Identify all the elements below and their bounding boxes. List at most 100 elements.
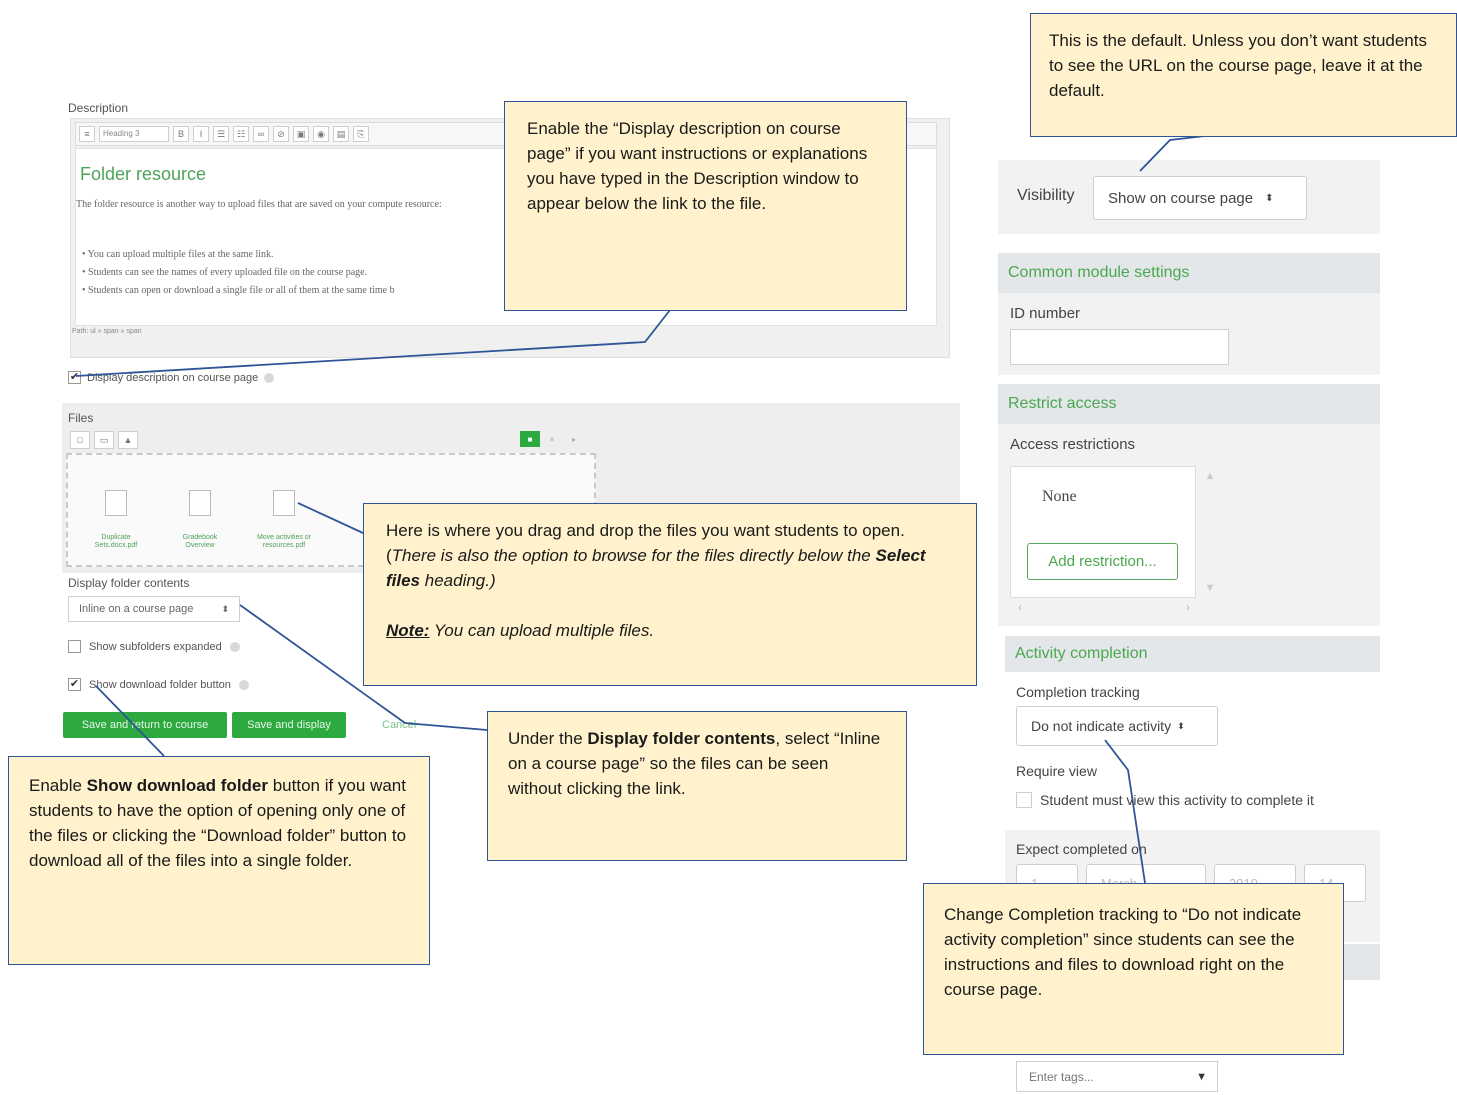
callout-emphasis: Display folder contents (587, 729, 776, 748)
download-icon[interactable]: ▲ (118, 431, 138, 449)
callout-text: Enable the “Display description on cours… (527, 119, 868, 213)
select-arrow-icon: ⬍ (221, 603, 229, 614)
help-icon[interactable] (264, 372, 275, 383)
document-icon (105, 490, 127, 516)
display-description-label: Display description on course page (87, 371, 259, 384)
completion-tracking-select[interactable]: Do not indicate activity ⬍ (1016, 706, 1218, 746)
file-icon[interactable]: ▤ (333, 126, 349, 142)
view-mode-toggle: ■ ≡ ▸ (520, 431, 584, 447)
file-name: Duplicate Sets.docx.pdf (94, 534, 138, 549)
image-icon[interactable]: ▣ (293, 126, 309, 142)
scroll-right-icon[interactable]: › (1186, 600, 1190, 618)
show-subfolders-label: Show subfolders expanded (89, 640, 222, 653)
show-download-row: ✔ Show download folder button (68, 678, 249, 691)
link-icon[interactable]: ∞ (253, 126, 269, 142)
file-item[interactable]: Duplicate Sets.docx.pdf (86, 490, 146, 550)
description-label: Description (68, 101, 129, 115)
list-item: Students can see the names of every uplo… (82, 264, 512, 282)
format-select[interactable]: Heading 3 (99, 126, 169, 142)
document-icon (273, 490, 295, 516)
help-icon[interactable] (229, 641, 240, 652)
id-number-input[interactable] (1010, 329, 1229, 365)
restrictions-vscrollbar[interactable]: ▲ ▼ (1200, 466, 1220, 598)
callout-display-description: Enable the “Display description on cours… (504, 101, 907, 311)
callout-show-download: Enable Show download folder button if yo… (8, 756, 430, 965)
document-icon (189, 490, 211, 516)
save-return-button[interactable]: Save and return to course (63, 712, 227, 738)
display-description-row: ✔ Display description on course page (68, 371, 275, 384)
visibility-label: Visibility (1017, 187, 1075, 204)
help-icon[interactable] (238, 679, 249, 690)
tags-placeholder: Enter tags... (1029, 1069, 1094, 1084)
file-list: Duplicate Sets.docx.pdf Gradebook Overvi… (86, 490, 314, 550)
icon-view-icon[interactable]: ■ (520, 431, 540, 447)
callout-text-display-folder: Under the Display folder contents, selec… (508, 726, 886, 801)
callout-text: Change Completion tracking to “Do not in… (944, 905, 1302, 999)
unlink-icon[interactable]: ⊘ (273, 126, 289, 142)
select-value: Show on course page (1108, 189, 1254, 207)
expect-completed-label: Expect completed on (1016, 841, 1147, 857)
callout-text-show-download: Enable Show download folder button if yo… (29, 773, 409, 873)
add-file-icon[interactable]: □ (70, 431, 90, 449)
scroll-up-icon[interactable]: ▲ (1205, 470, 1216, 482)
select-arrow-icon: ⬍ (1177, 720, 1185, 731)
callout-note-label: Note: (386, 621, 430, 640)
italic-icon[interactable]: I (193, 126, 209, 142)
bold-icon[interactable]: B (173, 126, 189, 142)
callout-completion: Change Completion tracking to “Do not in… (923, 883, 1344, 1055)
display-folder-contents-label: Display folder contents (68, 576, 190, 590)
callout-display-folder: Under the Display folder contents, selec… (487, 711, 907, 861)
file-name: Move activities or resources.pdf (256, 534, 312, 549)
require-view-label: Require view (1016, 763, 1097, 779)
callout-text-files: Here is where you drag and drop the file… (386, 518, 954, 593)
save-display-button[interactable]: Save and display (232, 712, 346, 738)
tags-input[interactable]: Enter tags... ▼ (1016, 1061, 1218, 1092)
restrictions-hscrollbar[interactable]: ‹ › (1012, 600, 1196, 618)
display-description-checkbox[interactable]: ✔ (68, 371, 81, 384)
file-manager-toolbar: □ ▭ ▲ (70, 431, 138, 449)
show-subfolders-checkbox[interactable] (68, 640, 81, 653)
add-restriction-button[interactable]: Add restriction... (1027, 543, 1178, 580)
require-view-checkbox[interactable] (1016, 792, 1032, 808)
visibility-select[interactable]: Show on course page ⬍ (1093, 176, 1307, 220)
cancel-link[interactable]: Cancel (382, 719, 416, 731)
scroll-down-icon[interactable]: ▼ (1205, 582, 1216, 594)
require-view-row: Student must view this activity to compl… (1016, 792, 1314, 808)
require-view-checkbox-label: Student must view this activity to compl… (1040, 792, 1314, 808)
file-item[interactable]: Gradebook Overview (170, 490, 230, 550)
file-item[interactable]: Move activities or resources.pdf (254, 490, 314, 550)
list-item: You can upload multiple files at the sam… (82, 246, 512, 264)
activity-completion-heading[interactable]: Activity completion (1005, 636, 1380, 672)
access-restrictions-label: Access restrictions (1010, 436, 1136, 453)
restrictions-value: None (1042, 488, 1077, 505)
list-item: Students can open or download a single f… (82, 282, 512, 300)
select-value: Do not indicate activity (1031, 718, 1172, 734)
callout-text: Enable (29, 776, 87, 795)
select-arrow-icon: ⬍ (1265, 192, 1274, 204)
editor-heading: Folder resource (80, 164, 207, 184)
create-folder-icon[interactable]: ▭ (94, 431, 114, 449)
manage-files-icon[interactable]: ⎘ (353, 126, 369, 142)
callout-text: There is also the option to browse for t… (391, 546, 876, 565)
display-folder-contents-select[interactable]: Inline on a course page ⬍ (68, 596, 240, 622)
show-download-checkbox[interactable]: ✔ (68, 678, 81, 691)
numbered-list-icon[interactable]: ☷ (233, 126, 249, 142)
media-icon[interactable]: ◉ (313, 126, 329, 142)
callout-visibility: This is the default. Unless you don’t wa… (1030, 13, 1457, 137)
show-subfolders-row: Show subfolders expanded (68, 640, 240, 653)
callout-files: Here is where you drag and drop the file… (363, 503, 977, 686)
list-view-icon[interactable]: ≡ (542, 431, 562, 447)
select-value: Inline on a course page (79, 603, 194, 615)
restrict-access-heading[interactable]: Restrict access (998, 384, 1380, 424)
files-label: Files (68, 411, 94, 425)
common-module-heading[interactable]: Common module settings (998, 253, 1380, 293)
chevron-down-icon: ▼ (1196, 1070, 1207, 1083)
editor-intro-text: The folder resource is another way to up… (76, 199, 442, 210)
editor-bullet-list: You can upload multiple files at the sam… (82, 246, 512, 300)
completion-tracking-label: Completion tracking (1016, 684, 1140, 700)
bullet-list-icon[interactable]: ☰ (213, 126, 229, 142)
tree-view-icon[interactable]: ▸ (564, 431, 584, 447)
callout-text: Under the (508, 729, 588, 748)
scroll-left-icon[interactable]: ‹ (1018, 600, 1022, 618)
toolbar-toggle-icon[interactable]: ≡ (79, 126, 95, 142)
